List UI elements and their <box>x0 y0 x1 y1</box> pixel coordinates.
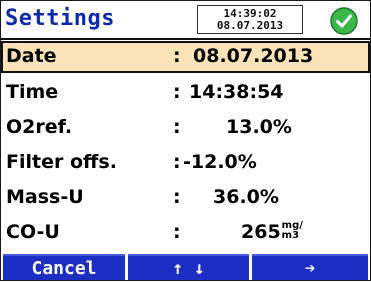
settings-row-o2ref[interactable]: O2ref. : 13.0% <box>1 112 370 144</box>
row-colon: : <box>173 186 181 208</box>
settings-row-co-u[interactable]: CO-U : 265mg/m3 <box>1 217 370 249</box>
device-screen: Settings 14:39:02 08.07.2013 Date : 08.0… <box>0 0 371 281</box>
settings-row-filter-offs[interactable]: Filter offs. : -12.0% <box>1 147 370 179</box>
up-down-button[interactable]: ↑ ↓ <box>128 254 249 280</box>
next-button[interactable]: ➔ <box>252 254 368 280</box>
header-divider <box>1 38 370 40</box>
row-colon: : <box>173 116 181 138</box>
row-colon: : <box>173 151 181 173</box>
softkey-bar: Cancel ↑ ↓ ➔ <box>1 253 370 280</box>
row-value[interactable]: 08.07.2013 <box>193 45 313 67</box>
row-colon: : <box>173 45 181 67</box>
row-label: CO-U <box>6 221 60 243</box>
settings-row-mass-u[interactable]: Mass-U : 36.0% <box>1 182 370 214</box>
row-value[interactable]: 14:38:54 <box>189 81 284 103</box>
datetime-display: 14:39:02 08.07.2013 <box>197 5 303 34</box>
clock-date: 08.07.2013 <box>216 19 284 32</box>
cancel-button[interactable]: Cancel <box>3 254 125 280</box>
row-colon: : <box>173 221 181 243</box>
unit-mg-per-m3: mg/m3 <box>281 220 303 241</box>
settings-row-time[interactable]: Time : 14:38:54 <box>1 77 370 109</box>
check-circle-icon <box>330 7 358 35</box>
row-label: Filter offs. <box>6 151 117 173</box>
co-u-number: 265 <box>241 221 281 243</box>
row-label: Date <box>6 45 57 67</box>
title-bar: Settings 14:39:02 08.07.2013 <box>1 1 370 38</box>
row-value[interactable]: -12.0% <box>183 151 257 173</box>
unit-denominator: m3 <box>281 230 300 241</box>
row-label: O2ref. <box>6 116 73 138</box>
row-value[interactable]: 265mg/m3 <box>241 220 303 244</box>
row-label: Mass-U <box>6 186 84 208</box>
settings-row-date[interactable]: Date : 08.07.2013 <box>1 41 370 73</box>
row-value[interactable]: 36.0% <box>213 186 279 208</box>
row-label: Time <box>6 81 59 103</box>
row-colon: : <box>173 81 181 103</box>
row-value[interactable]: 13.0% <box>226 116 292 138</box>
page-title: Settings <box>5 6 115 31</box>
